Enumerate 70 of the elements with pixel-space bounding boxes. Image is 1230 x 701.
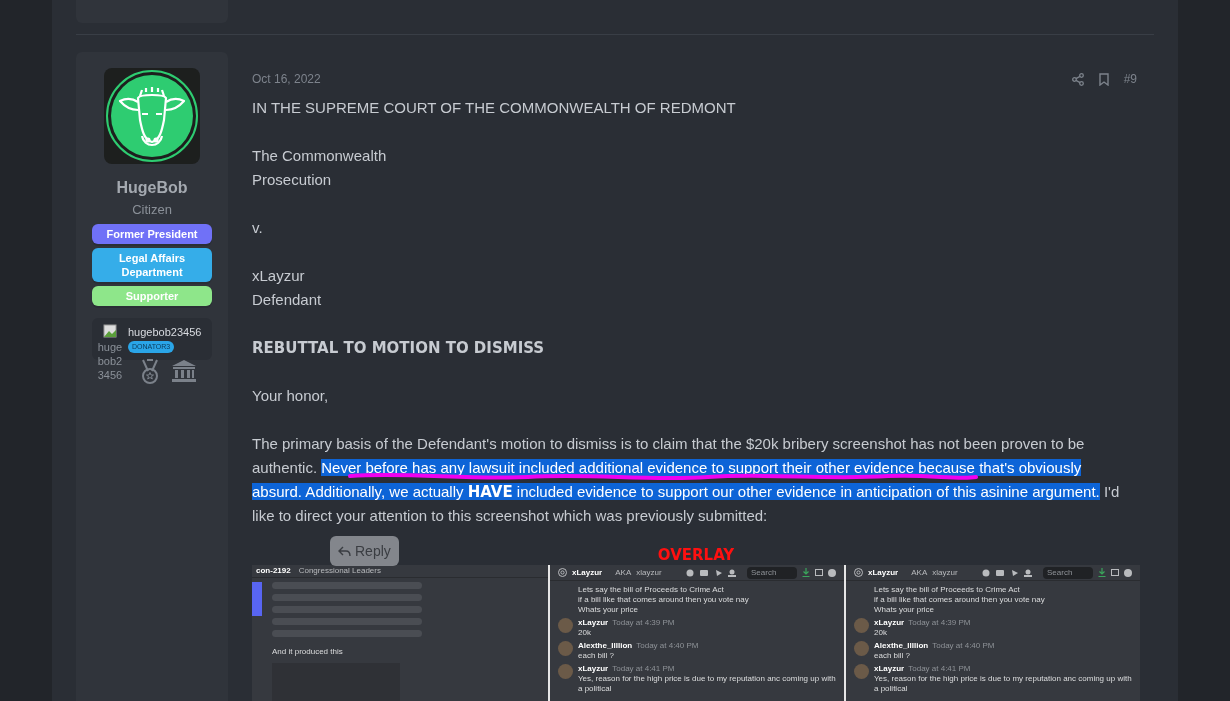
caption-text: And it produced this xyxy=(272,646,344,658)
at-sign-icon xyxy=(854,568,863,577)
notice-banner xyxy=(252,582,262,616)
body-text: Your honor, xyxy=(252,386,330,406)
dm-user: xLayzur xyxy=(572,566,603,579)
username[interactable]: HugeBob xyxy=(116,176,188,200)
help-icon[interactable] xyxy=(1124,568,1132,577)
download-icon[interactable] xyxy=(1098,568,1106,577)
dm-alias: xlayzur xyxy=(636,566,662,579)
message-text: Whats your price xyxy=(577,605,640,615)
post-number-link[interactable]: #9 xyxy=(1123,70,1137,88)
body-text: Defendant xyxy=(252,290,323,310)
message-time: Today at 4:39 PM xyxy=(908,618,971,628)
message-text: if a bill like that comes around then you vote nay xyxy=(873,595,1046,605)
message-time: Today at 4:39 PM xyxy=(612,618,675,628)
message-text: Yes, reason for the high price is due to my reputation anc coming up with a political xyxy=(874,674,1132,694)
body-paragraph: The primary basis of the Defendant's motion to dismiss is to claim that the $20k bribery screenshot has not been proven to be authentic. Never before has any lawsuit included additional evidence to support their other evidence because that's obviously absurd. Additionally, we actually HAVE included evidence to support our other evidence in anticipation of this asinine argument. I'd like to direct your attention to this screenshot which was previously submitted: xyxy=(252,434,1121,526)
broken-image-icon xyxy=(103,323,117,338)
share-icon[interactable] xyxy=(1071,72,1084,86)
inbox-icon[interactable] xyxy=(1111,568,1119,577)
help-icon[interactable] xyxy=(828,568,836,577)
channel-name: con-2192 xyxy=(256,565,291,577)
message-author: xLayzur xyxy=(578,664,609,674)
user-title: Citizen xyxy=(132,201,172,219)
message-author: Alexthe_Illlion xyxy=(874,641,929,651)
avatar-image[interactable] xyxy=(104,68,200,164)
message-text: each bill ? xyxy=(874,651,912,661)
message-text: Whats your price xyxy=(873,605,936,615)
download-icon[interactable] xyxy=(802,568,810,577)
user-banner: Supporter xyxy=(92,285,212,306)
reply-button[interactable]: Reply xyxy=(330,536,399,566)
message-text: if a bill like that comes around then you vote nay xyxy=(577,595,750,605)
body-text: v. xyxy=(252,218,264,238)
message-time: Today at 4:40 PM xyxy=(636,641,699,651)
search-field[interactable]: Search xyxy=(747,566,797,579)
body-text: xLayzur xyxy=(252,266,306,286)
message-author: xLayzur xyxy=(578,618,609,628)
message-text: Lets say the bill of Proceeds to Crime Act xyxy=(577,585,725,595)
aka-label: AKA xyxy=(911,566,928,579)
message-text: each bill ? xyxy=(578,651,616,661)
message-time: Today at 4:41 PM xyxy=(908,664,971,674)
message-text: Yes, reason for the high price is due to my reputation anc coming up with a political xyxy=(578,674,836,694)
body-text: Prosecution xyxy=(252,170,333,190)
message-author: Alexthe_Illlion xyxy=(578,641,633,651)
post-date[interactable]: Oct 16, 2022 xyxy=(252,70,1072,88)
bookmark-icon[interactable] xyxy=(1098,72,1109,86)
channel-topic: Congressional Leaders xyxy=(298,565,381,577)
dm-alias: xlayzur xyxy=(932,566,958,579)
search-field[interactable]: Search xyxy=(1043,566,1093,579)
message-author: xLayzur xyxy=(874,664,905,674)
aka-label: AKA xyxy=(615,566,632,579)
user-banner: Legal Affairs Department xyxy=(92,247,212,282)
image-alt-text: hugebob23456 xyxy=(96,339,124,382)
reply-icon xyxy=(338,545,351,557)
message-time: Today at 4:40 PM xyxy=(932,641,995,651)
inbox-icon[interactable] xyxy=(815,568,823,577)
message-text: Lets say the bill of Proceeds to Crime Act xyxy=(873,585,1021,595)
at-sign-icon xyxy=(558,568,567,577)
user-banner: Former President xyxy=(92,223,212,244)
message-text: 20k xyxy=(578,628,592,638)
dm-user: xLayzur xyxy=(868,566,899,579)
body-text: IN THE SUPREME COURT OF THE COMMONWEALTH OF REDMONT xyxy=(252,98,737,118)
donor-username[interactable]: hugebob23456 xyxy=(128,323,202,340)
message-time: Today at 4:41 PM xyxy=(612,664,675,674)
message-text: 20k xyxy=(874,628,888,638)
section-heading: REBUTTAL TO MOTION TO DISMISS xyxy=(252,338,546,359)
bank-icon xyxy=(171,359,197,383)
overlay-label: OVERLAY xyxy=(656,545,736,565)
body-text: The Commonwealth xyxy=(252,146,388,166)
message-author: xLayzur xyxy=(874,618,905,628)
